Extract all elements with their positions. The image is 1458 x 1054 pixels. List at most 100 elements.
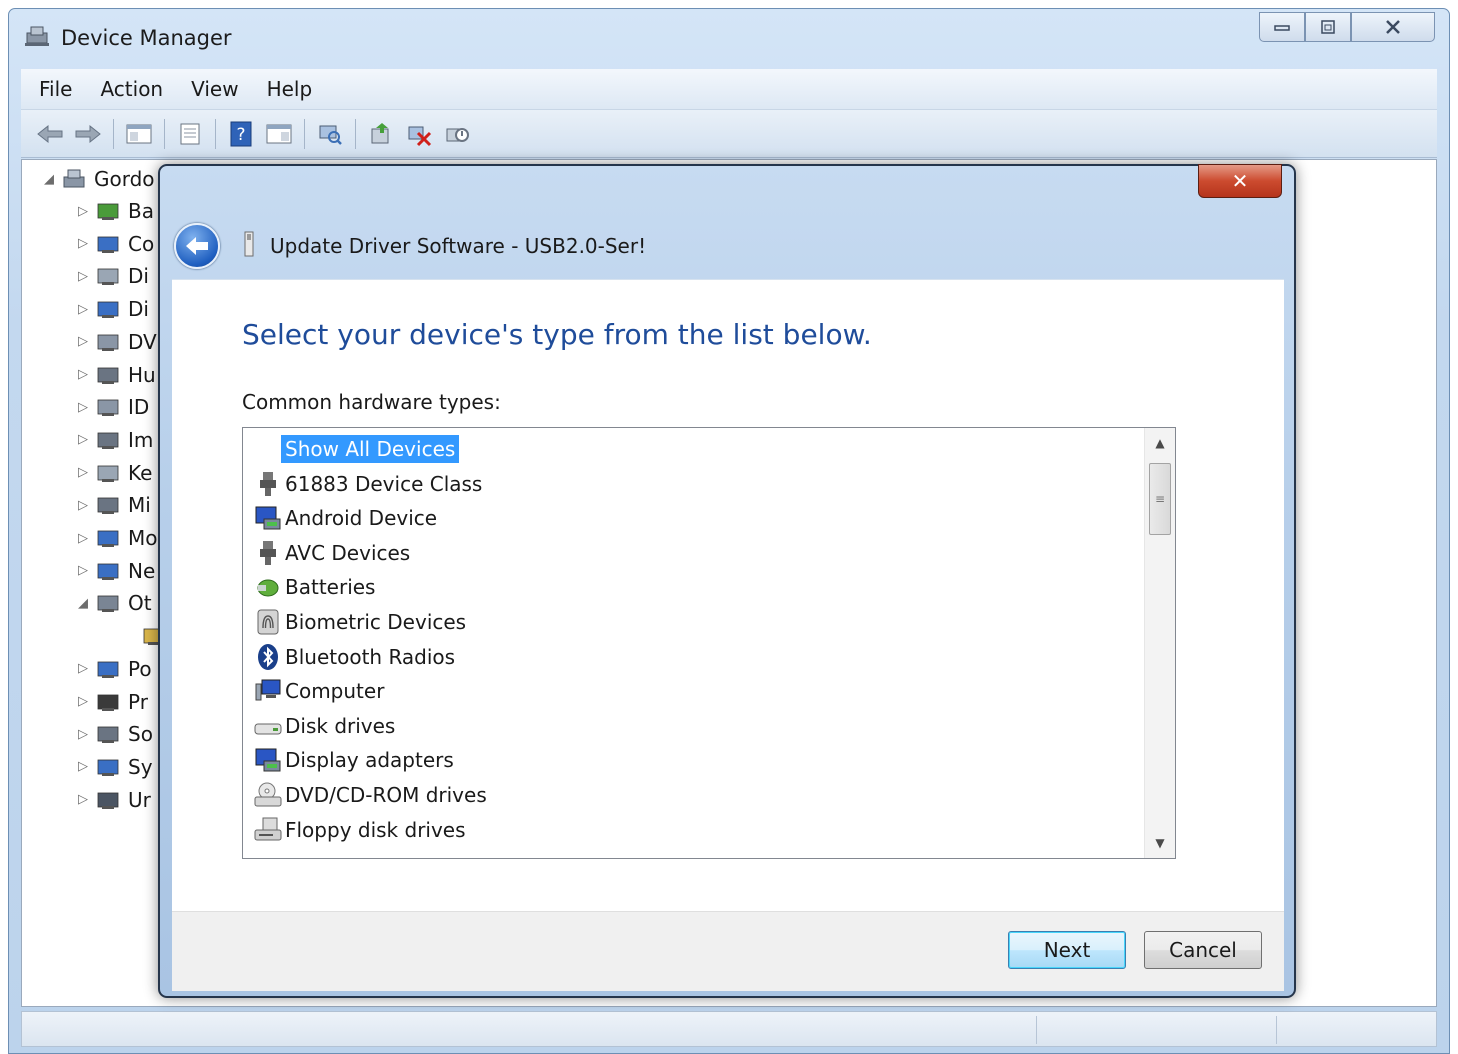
forward-button[interactable] <box>73 119 103 149</box>
usb-plug-icon <box>253 538 283 568</box>
collapsed-arrow-icon[interactable]: ▷ <box>76 694 90 709</box>
properties-button[interactable] <box>175 119 205 149</box>
list-item[interactable]: DVD/CD-ROM drives <box>243 778 487 812</box>
list-item[interactable]: 61883 Device Class <box>243 467 482 501</box>
close-window-button[interactable] <box>1351 12 1435 42</box>
list-item[interactable]: AVC Devices <box>243 536 410 570</box>
tree-category[interactable]: ▷ Di <box>76 261 149 291</box>
back-button[interactable] <box>35 119 65 149</box>
scroll-down-icon[interactable]: ▼ <box>1145 828 1175 858</box>
device-category-icon <box>94 754 122 780</box>
collapsed-arrow-icon[interactable]: ▷ <box>76 236 90 251</box>
tree-category[interactable]: ▷ Ur <box>76 785 151 815</box>
tree-category-label: Ur <box>128 787 151 812</box>
forward-icon <box>75 124 101 143</box>
next-button[interactable]: Next <box>1008 931 1126 969</box>
tree-category[interactable]: ▷ Pr <box>76 687 148 717</box>
list-item-label: Floppy disk drives <box>285 817 466 842</box>
collapsed-arrow-icon[interactable]: ▷ <box>76 334 90 349</box>
device-category-icon <box>94 525 122 551</box>
minimize-icon <box>1274 25 1290 31</box>
list-item[interactable]: Bluetooth Radios <box>243 640 455 674</box>
tree-root[interactable]: ◢ Gordo <box>42 164 155 194</box>
update-driver-button[interactable] <box>366 119 396 149</box>
list-item[interactable]: Display adapters <box>243 743 454 777</box>
collapsed-arrow-icon[interactable]: ▷ <box>76 400 90 415</box>
collapsed-arrow-icon[interactable]: ▷ <box>76 465 90 480</box>
tree-category[interactable]: ▷ DV <box>76 327 157 357</box>
collapsed-arrow-icon[interactable]: ▷ <box>76 498 90 513</box>
list-item[interactable]: Show All Devices <box>243 432 460 466</box>
device-category-icon <box>94 721 122 747</box>
tree-category[interactable]: ▷ So <box>76 719 153 749</box>
list-item[interactable]: Computer <box>243 674 384 708</box>
back-arrow-icon <box>186 237 208 255</box>
battery-icon <box>253 572 283 602</box>
properties-icon <box>180 123 200 144</box>
show-hide-tree-button[interactable] <box>124 119 154 149</box>
list-item[interactable]: Floppy disk drives <box>243 813 466 847</box>
dialog-title: Update Driver Software - USB2.0-Ser! <box>270 234 647 258</box>
collapsed-arrow-icon[interactable]: ▷ <box>76 661 90 676</box>
collapsed-arrow-icon[interactable]: ▷ <box>76 563 90 578</box>
scroll-thumb[interactable]: ≡ <box>1149 463 1171 535</box>
uninstall-button[interactable] <box>404 119 434 149</box>
tree-category[interactable]: ▷ Hu <box>76 360 156 390</box>
menu-action[interactable]: Action <box>86 77 177 101</box>
tree-category[interactable]: ▷ Im <box>76 425 153 455</box>
action-pane-button[interactable] <box>264 119 294 149</box>
collapsed-arrow-icon[interactable]: ▷ <box>76 727 90 742</box>
list-item[interactable]: Android Device <box>243 501 437 535</box>
help-button[interactable]: ? <box>226 119 256 149</box>
list-scrollbar[interactable]: ▲ ≡ ▼ <box>1144 428 1175 858</box>
collapsed-arrow-icon[interactable]: ▷ <box>76 367 90 382</box>
list-item-label: Android Device <box>285 506 438 531</box>
collapsed-arrow-icon[interactable]: ▷ <box>76 531 90 546</box>
cancel-button[interactable]: Cancel <box>1144 931 1262 969</box>
hardware-types-list[interactable]: Show All Devices 61883 Device Class Androi… <box>242 427 1176 859</box>
list-item-label: 61883 Device Class <box>285 471 483 496</box>
dialog-close-button[interactable]: ✕ <box>1198 164 1282 198</box>
tree-category[interactable]: ▷ ID <box>76 392 149 422</box>
menu-help[interactable]: Help <box>253 77 327 101</box>
tree-category[interactable]: ▷ Mo <box>76 523 158 553</box>
scan-hardware-button[interactable] <box>315 119 345 149</box>
collapsed-arrow-icon[interactable]: ▷ <box>76 759 90 774</box>
collapsed-arrow-icon[interactable]: ▷ <box>76 302 90 317</box>
dialog-back-button[interactable] <box>174 223 220 269</box>
tree-category-label: So <box>128 722 153 747</box>
tree-category[interactable]: ▷ Mi <box>76 490 151 520</box>
disk-drive-icon <box>253 711 283 741</box>
tree-category[interactable]: ▷ Sy <box>76 752 153 782</box>
menu-view[interactable]: View <box>177 77 252 101</box>
restore-button[interactable] <box>1305 12 1351 42</box>
tree-category[interactable]: ▷ Ne <box>76 556 155 586</box>
expanded-arrow-icon[interactable]: ◢ <box>76 596 90 611</box>
collapsed-arrow-icon[interactable]: ▷ <box>76 269 90 284</box>
tree-category[interactable]: ▷ Co <box>76 229 154 259</box>
collapsed-arrow-icon[interactable]: ▷ <box>76 432 90 447</box>
disable-button[interactable] <box>442 119 472 149</box>
list-item[interactable]: Biometric Devices <box>243 605 466 639</box>
toolbar: ? <box>21 110 1437 158</box>
list-item[interactable]: Disk drives <box>243 709 395 743</box>
tree-category[interactable]: ▷ Di <box>76 294 149 324</box>
window-title: Device Manager <box>61 26 232 50</box>
tree-category[interactable]: ◢ Ot <box>76 588 152 618</box>
collapsed-arrow-icon[interactable]: ▷ <box>76 792 90 807</box>
menu-file[interactable]: File <box>21 77 86 101</box>
title-bar: Device Manager <box>23 23 232 53</box>
tree-category-label: Mo <box>128 526 158 550</box>
tree-category[interactable]: ▷ Ba <box>76 196 154 226</box>
collapsed-arrow-icon[interactable]: ▷ <box>76 204 90 219</box>
tree-category[interactable]: ▷ Po <box>76 654 152 684</box>
minimize-button[interactable] <box>1259 12 1305 42</box>
device-category-icon <box>94 231 122 257</box>
device-category-icon <box>94 492 122 518</box>
list-item[interactable]: Batteries <box>243 570 375 604</box>
tree-category-label: DV <box>128 329 157 354</box>
scroll-up-icon[interactable]: ▲ <box>1145 428 1175 458</box>
floppy-drive-icon <box>253 815 283 845</box>
tree-category[interactable]: ▷ Ke <box>76 458 152 488</box>
dialog-footer: Next Cancel <box>172 911 1284 991</box>
